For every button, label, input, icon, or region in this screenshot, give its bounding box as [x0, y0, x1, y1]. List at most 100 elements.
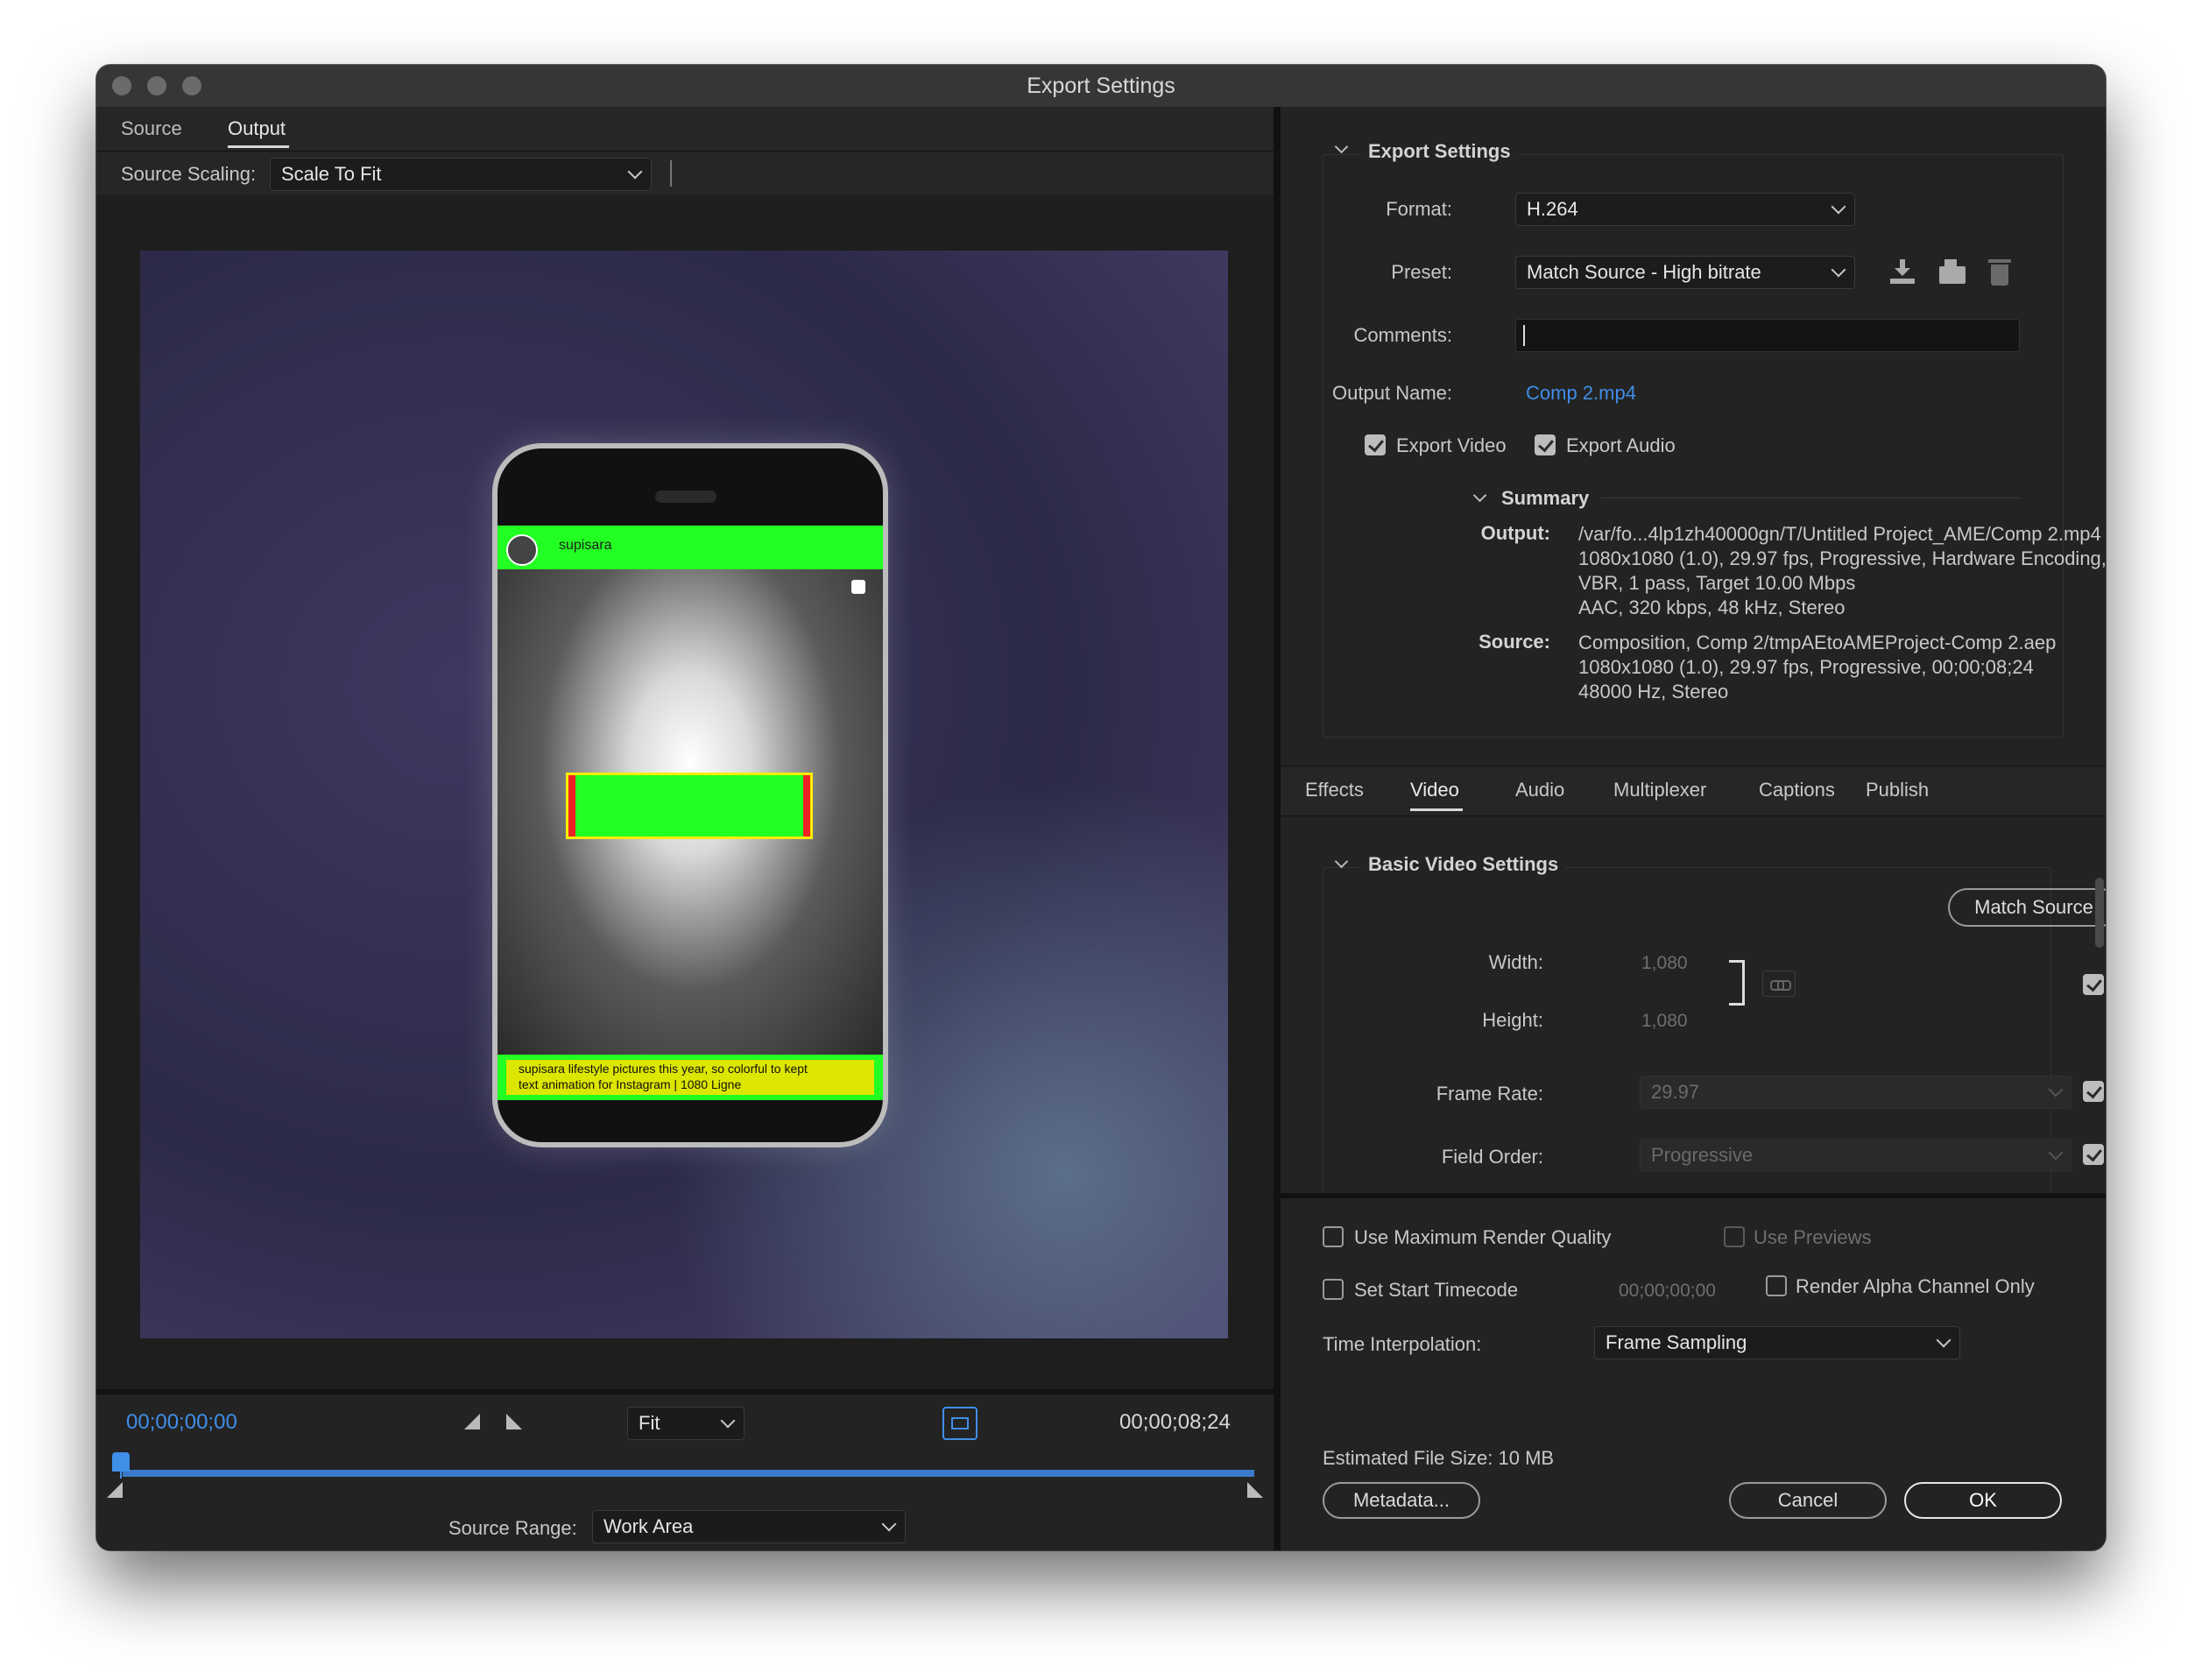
frame-rate-checkbox[interactable] [2083, 1081, 2104, 1102]
post-username: supisara [559, 538, 612, 553]
summary-output-label: Output: [1480, 522, 1550, 544]
tab-output[interactable]: Output [228, 117, 286, 140]
start-timecode-value[interactable]: 00;00;00;00 [1619, 1281, 1716, 1302]
summary-header: Summary [1501, 487, 1590, 509]
delete-preset-icon[interactable] [1988, 258, 2011, 286]
export-video-label[interactable]: Export Video [1396, 434, 1507, 457]
summary-output-line: 1080x1080 (1.0), 29.97 fps, Progressive,… [1578, 547, 2106, 569]
source-scaling-label: Source Scaling: [121, 163, 257, 185]
time-interpolation-value: Frame Sampling [1606, 1331, 1747, 1353]
phone-screen: supisara [498, 526, 883, 1055]
summary-source-line: 48000 Hz, Stereo [1578, 681, 1729, 702]
settings-tabs: Effects Video Audio Multiplexer Captions… [1281, 766, 2106, 816]
max-render-quality-label[interactable]: Use Maximum Render Quality [1354, 1226, 1611, 1249]
zoom-dropdown[interactable]: Fit [627, 1407, 745, 1440]
aspect-ratio-correction-icon[interactable] [942, 1407, 977, 1440]
source-range-label: Source Range: [448, 1517, 577, 1539]
export-settings-window: Export Settings Source Output Source Sca… [96, 65, 2106, 1550]
use-previews-label[interactable]: Use Previews [1754, 1226, 1871, 1249]
tab-multiplexer[interactable]: Multiplexer [1613, 779, 1706, 801]
tab-source[interactable]: Source [121, 117, 182, 140]
tab-captions[interactable]: Captions [1759, 779, 1835, 801]
metadata-button[interactable]: Metadata... [1323, 1482, 1480, 1519]
comments-input[interactable] [1515, 319, 2020, 352]
set-in-point-icon[interactable] [464, 1414, 480, 1429]
frame-rate-label: Frame Rate: [1436, 1083, 1543, 1105]
summary-output-details: /var/fo...4lp1zh40000gn/T/Untitled Proje… [1578, 522, 2106, 620]
window-title: Export Settings [1027, 74, 1175, 98]
chevron-down-icon [881, 1516, 897, 1532]
set-start-timecode-checkbox[interactable] [1323, 1279, 1344, 1300]
timeline-scrubber-track[interactable] [123, 1470, 1254, 1477]
summary-source-line: 1080x1080 (1.0), 29.97 fps, Progressive,… [1578, 656, 2034, 678]
width-value[interactable]: 1,080 [1641, 953, 1688, 974]
settings-scrollbar[interactable] [2095, 878, 2104, 948]
height-value[interactable]: 1,080 [1641, 1011, 1688, 1032]
comments-label: Comments: [1353, 324, 1452, 346]
import-preset-icon[interactable] [1937, 259, 1967, 286]
video-settings-panel: Basic Video Settings Match Source Width:… [1281, 816, 2106, 1193]
field-order-dropdown[interactable]: Progressive [1640, 1139, 2072, 1172]
tab-video[interactable]: Video [1410, 779, 1459, 801]
export-audio-checkbox[interactable] [1535, 434, 1556, 455]
time-interpolation-label: Time Interpolation: [1323, 1333, 1482, 1355]
link-dimensions-icon[interactable] [1762, 971, 1796, 997]
left-panel: Source Output Source Scaling: Scale To F… [96, 107, 1274, 1550]
match-source-button[interactable]: Match Source [1948, 888, 2106, 927]
tab-effects[interactable]: Effects [1305, 779, 1364, 801]
height-label: Height: [1482, 1009, 1543, 1031]
caption-bg: supisara lifestyle pictures this year, s… [506, 1060, 874, 1095]
export-settings-header: Export Settings [1361, 140, 1518, 163]
field-order-value: Progressive [1651, 1144, 1754, 1166]
match-dimensions-checkbox[interactable] [2083, 974, 2104, 995]
preset-label: Preset: [1391, 261, 1452, 283]
multi-post-icon [851, 580, 865, 594]
chevron-down-icon [1936, 1332, 1951, 1348]
collapse-chevron-icon[interactable] [1334, 854, 1349, 869]
center-graphic [566, 773, 813, 839]
estimated-file-size: Estimated File Size: 10 MB [1323, 1447, 1555, 1469]
ok-button[interactable]: OK [1904, 1482, 2062, 1519]
export-audio-label[interactable]: Export Audio [1566, 434, 1676, 457]
frame-rate-dropdown[interactable]: 29.97 [1640, 1076, 2072, 1109]
playhead-line [120, 1468, 122, 1479]
source-scaling-dropdown[interactable]: Scale To Fit [270, 158, 652, 191]
frame-rate-value: 29.97 [1651, 1081, 1700, 1103]
output-name-link[interactable]: Comp 2.mp4 [1526, 382, 1636, 405]
bottom-divider [1281, 1193, 2106, 1198]
right-panel: Export Settings Format: H.264 Preset: Ma… [1281, 107, 2106, 1550]
render-alpha-label[interactable]: Render Alpha Channel Only [1796, 1275, 2035, 1298]
format-label: Format: [1386, 198, 1452, 220]
tab-audio[interactable]: Audio [1515, 779, 1564, 801]
preset-value: Match Source - High bitrate [1527, 261, 1761, 283]
collapse-chevron-icon[interactable] [1334, 139, 1349, 154]
separator [670, 160, 672, 187]
source-range-dropdown[interactable]: Work Area [592, 1510, 906, 1543]
set-start-timecode-label[interactable]: Set Start Timecode [1354, 1279, 1518, 1302]
chevron-down-icon [1831, 262, 1846, 278]
format-dropdown[interactable]: H.264 [1515, 193, 1855, 226]
tab-publish[interactable]: Publish [1866, 779, 1929, 801]
time-interpolation-dropdown[interactable]: Frame Sampling [1594, 1326, 1960, 1359]
source-scaling-value: Scale To Fit [281, 163, 382, 185]
save-preset-icon[interactable] [1888, 259, 1916, 286]
current-time[interactable]: 00;00;00;00 [126, 1410, 237, 1435]
use-previews-checkbox[interactable] [1724, 1226, 1745, 1247]
preset-dropdown[interactable]: Match Source - High bitrate [1515, 256, 1855, 289]
format-value: H.264 [1527, 198, 1578, 220]
export-video-checkbox[interactable] [1365, 434, 1386, 455]
out-point-marker[interactable] [1247, 1482, 1263, 1498]
phone-mockup: supisara supisara lifestyle pictures thi… [498, 448, 883, 1142]
cancel-button[interactable]: Cancel [1729, 1482, 1887, 1519]
set-out-point-icon[interactable] [506, 1414, 522, 1429]
field-order-checkbox[interactable] [2083, 1144, 2104, 1165]
summary-source-details: Composition, Comp 2/tmpAEtoAMEProject-Co… [1578, 631, 2056, 704]
render-alpha-checkbox[interactable] [1766, 1275, 1787, 1296]
panel-divider[interactable] [1274, 107, 1281, 1550]
summary-source-label: Source: [1479, 631, 1550, 653]
in-point-marker[interactable] [107, 1482, 123, 1498]
end-time: 00;00;08;24 [1119, 1410, 1231, 1434]
active-tab-underline [228, 145, 289, 148]
max-render-quality-checkbox[interactable] [1323, 1226, 1344, 1247]
width-label: Width: [1488, 951, 1543, 973]
